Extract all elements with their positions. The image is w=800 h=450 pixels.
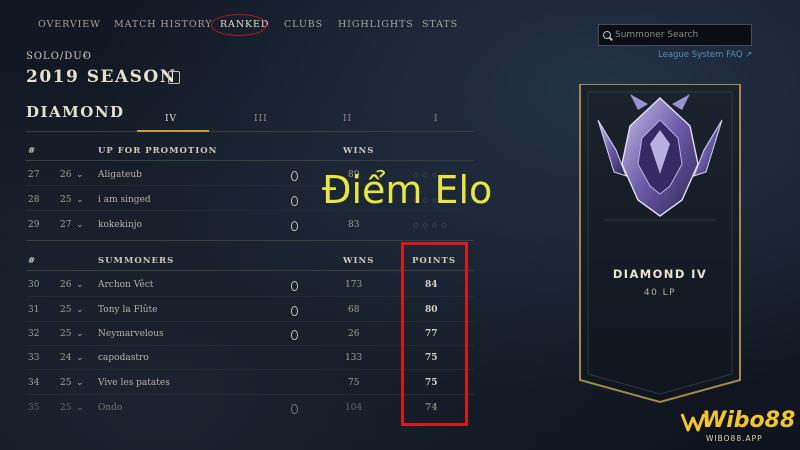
row-wins: 75 bbox=[348, 378, 360, 388]
league-system-faq-link[interactable]: League System FAQ ↗ bbox=[658, 50, 752, 60]
row-rank: 28 bbox=[28, 195, 40, 205]
row-wins: 133 bbox=[345, 353, 363, 363]
row-wins: 83 bbox=[348, 220, 360, 230]
row-rank: 34 bbox=[28, 378, 40, 388]
division-tab-iv[interactable]: IV bbox=[165, 114, 177, 124]
hot-streak-flame-icon bbox=[291, 281, 298, 291]
row-rank: 27 bbox=[28, 170, 40, 180]
row-summoner-name[interactable]: Ondo bbox=[98, 403, 122, 413]
search-icon bbox=[603, 31, 611, 39]
tab-stats[interactable]: STATS bbox=[422, 14, 458, 36]
division-divider bbox=[26, 131, 474, 132]
rank-name: DIAMOND IV bbox=[612, 267, 708, 281]
row-summoner-name[interactable]: Vive les patates bbox=[98, 378, 170, 388]
tab-highlights[interactable]: HIGHLIGHTS bbox=[338, 14, 414, 36]
promo-rank-header: # bbox=[28, 146, 37, 156]
chevron-down-icon: ⌄ bbox=[76, 329, 84, 339]
row-summoner-name[interactable]: i am singed bbox=[98, 195, 151, 205]
row-summoner-name[interactable]: capodastro bbox=[98, 353, 149, 363]
chevron-down-icon: ⌄ bbox=[76, 353, 84, 363]
row-level: 27 bbox=[60, 220, 72, 230]
row-wins: 104 bbox=[345, 403, 363, 413]
wibo88-logo: Wibo88 WIBO88.APP bbox=[680, 408, 798, 448]
row-summoner-name[interactable]: Archon Vêct bbox=[98, 280, 153, 290]
hot-streak-flame-icon bbox=[291, 171, 298, 181]
search-placeholder: Summoner Search bbox=[615, 30, 699, 40]
season-title: 2019 SEASON bbox=[26, 67, 177, 87]
row-wins: 68 bbox=[348, 305, 360, 315]
rank-banner bbox=[579, 84, 741, 404]
section-divider bbox=[26, 240, 474, 241]
queue-chevron-icon[interactable]: ⇕ bbox=[82, 50, 89, 59]
chevron-down-icon: ⌄ bbox=[76, 220, 84, 230]
hot-streak-flame-icon bbox=[291, 196, 298, 206]
promo-name-header: UP FOR PROMOTION bbox=[98, 146, 218, 156]
row-level: 25 bbox=[60, 378, 72, 388]
elo-points-caption: Điểm Elo bbox=[322, 168, 493, 212]
chevron-down-icon: ⌄ bbox=[76, 305, 84, 315]
active-division-underline bbox=[137, 130, 209, 132]
chevron-down-icon: ⌄ bbox=[76, 378, 84, 388]
row-level: 26 bbox=[60, 280, 72, 290]
chevron-down-icon: ⌄ bbox=[76, 280, 84, 290]
row-level: 25 bbox=[60, 329, 72, 339]
chevron-down-icon: ⌄ bbox=[76, 403, 84, 413]
chevron-down-icon: ⌄ bbox=[76, 195, 84, 205]
hot-streak-flame-icon bbox=[291, 221, 298, 231]
summoners-name-header: SUMMONERS bbox=[98, 256, 175, 266]
row-rank: 30 bbox=[28, 280, 40, 290]
row-level: 25 bbox=[60, 305, 72, 315]
row-level: 25 bbox=[60, 403, 72, 413]
row-summoner-name[interactable]: Tony la Flûte bbox=[98, 305, 157, 315]
division-tab-ii[interactable]: II bbox=[343, 114, 352, 124]
summoner-search-input[interactable]: Summoner Search bbox=[598, 24, 752, 46]
tier-title: DIAMOND bbox=[26, 103, 125, 121]
hot-streak-flame-icon bbox=[291, 404, 298, 414]
row-summoner-name[interactable]: Neymarvelous bbox=[98, 329, 164, 339]
hot-streak-flame-icon bbox=[291, 330, 298, 340]
row-rank: 31 bbox=[28, 305, 40, 315]
chevron-down-icon: ⌄ bbox=[76, 170, 84, 180]
row-summoner-name[interactable]: Aligateub bbox=[98, 170, 142, 180]
row-level: 26 bbox=[60, 170, 72, 180]
row-rank: 32 bbox=[28, 329, 40, 339]
ranked-tab-annotation-circle bbox=[211, 14, 267, 36]
row-summoner-name[interactable]: kokekinjo bbox=[98, 220, 142, 230]
row-rank: 35 bbox=[28, 403, 40, 413]
row-wins: 26 bbox=[348, 329, 360, 339]
tab-clubs[interactable]: CLUBS bbox=[284, 14, 323, 36]
summoners-rank-header: # bbox=[28, 256, 37, 266]
promotion-series-icons: ◇◇◇◇ bbox=[413, 221, 451, 229]
division-tab-iii[interactable]: III bbox=[254, 114, 268, 124]
row-rank: 33 bbox=[28, 353, 40, 363]
summoners-wins-header: WINS bbox=[343, 256, 375, 266]
tab-match-history[interactable]: MATCH HISTORY bbox=[114, 14, 212, 36]
promo-wins-header: WINS bbox=[343, 146, 375, 156]
tab-overview[interactable]: OVERVIEW bbox=[38, 14, 101, 36]
logo-text: Wibo88 bbox=[702, 408, 796, 433]
hot-streak-flame-icon bbox=[291, 306, 298, 316]
row-rank: 29 bbox=[28, 220, 40, 230]
logo-domain: WIBO88.APP bbox=[706, 434, 763, 443]
division-tab-i[interactable]: I bbox=[434, 114, 439, 124]
points-column-highlight bbox=[401, 242, 468, 426]
row-wins: 173 bbox=[345, 280, 363, 290]
rank-league-points: 40 LP bbox=[643, 288, 677, 298]
row-level: 25 bbox=[60, 195, 72, 205]
promo-header-divider bbox=[26, 160, 474, 161]
season-badge-icon bbox=[168, 71, 180, 84]
row-level: 24 bbox=[60, 353, 72, 363]
